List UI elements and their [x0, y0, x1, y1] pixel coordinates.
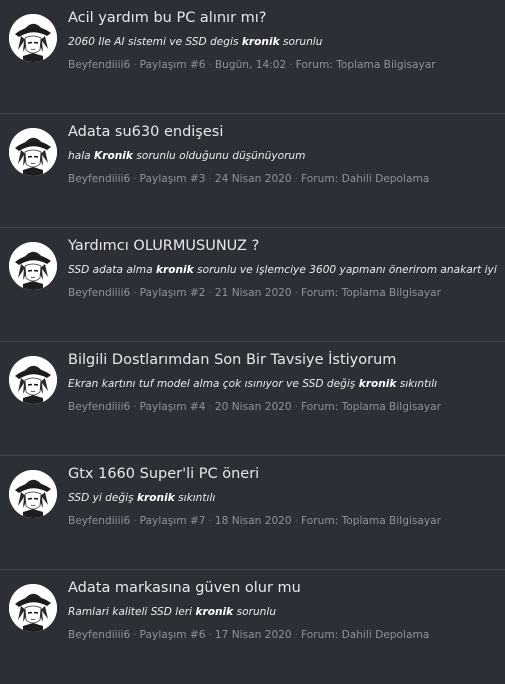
author-link[interactable]: Beyfendiiii6	[68, 287, 130, 299]
result-snippet: Ekran kartını tuf model alma çok ısınıyo…	[68, 378, 437, 390]
result-title[interactable]: Gtx 1660 Super'li PC öneri	[68, 466, 259, 482]
search-result-item: Adata su630 endişesi hala Kronik sorunlu…	[0, 114, 505, 228]
author-link[interactable]: Beyfendiiii6	[68, 59, 130, 71]
user-avatar[interactable]	[9, 356, 57, 404]
post-number-link[interactable]: Paylaşım #4	[140, 401, 206, 413]
snippet-text-after: sorunlu	[279, 36, 323, 48]
anime-character-avatar-icon	[9, 14, 57, 62]
anime-character-avatar-icon	[9, 584, 57, 632]
meta-separator: ·	[294, 173, 299, 185]
forum-link[interactable]: Forum: Toplama Bilgisayar	[301, 401, 441, 413]
search-result-item: Bilgili Dostlarımdan Son Bir Tavsiye İst…	[0, 342, 505, 456]
author-link[interactable]: Beyfendiiii6	[68, 629, 130, 641]
post-date: Bugün, 14:02	[214, 59, 287, 71]
result-meta: Beyfendiiii6 · Paylaşım #4 · 20 Nisan 2020 · F…	[68, 401, 441, 413]
result-snippet: SSD adata alma kronik sorunlu ve işlemci…	[68, 264, 497, 276]
snippet-text-before: Ekran kartını tuf model alma çok ısınıyo…	[68, 378, 359, 390]
post-date: 17 Nisan 2020	[214, 629, 292, 641]
snippet-text-after: sıkıntılı	[174, 492, 216, 504]
result-snippet: Ramlari kaliteli SSD leri kronik sorunlu	[68, 606, 276, 618]
meta-separator: ·	[208, 629, 212, 641]
meta-separator: ·	[294, 629, 299, 641]
snippet-text-before: hala	[68, 150, 95, 162]
meta-separator: ·	[208, 173, 212, 185]
meta-separator: ·	[133, 287, 137, 299]
post-number-link[interactable]: Paylaşım #3	[140, 173, 206, 185]
author-link[interactable]: Beyfendiiii6	[68, 173, 130, 185]
meta-separator: ·	[208, 515, 212, 527]
meta-separator: ·	[294, 401, 299, 413]
result-title[interactable]: Acil yardım bu PC alınır mı?	[68, 10, 267, 26]
meta-separator: ·	[133, 515, 137, 527]
result-meta: Beyfendiiii6 · Paylaşım #3 · 24 Nisan 2020 · F…	[68, 173, 429, 185]
forum-link[interactable]: Forum: Toplama Bilgisayar	[296, 59, 436, 71]
snippet-text-after: sıkıntılı	[396, 378, 438, 390]
post-number-link[interactable]: Paylaşım #6	[140, 629, 206, 641]
snippet-text-before: SSD adata alma	[68, 264, 156, 276]
search-term-highlight: kronik	[136, 492, 175, 504]
result-snippet: 2060 Ile AI sistemi ve SSD degis kronik …	[68, 36, 322, 48]
user-avatar[interactable]	[9, 584, 57, 632]
anime-character-avatar-icon	[9, 470, 57, 518]
result-snippet: hala Kronik sorunlu olduğunu düşünüyorum	[68, 150, 305, 162]
post-date: 20 Nisan 2020	[214, 401, 292, 413]
search-result-item: Gtx 1660 Super'li PC öneri SSD yi değiş …	[0, 456, 505, 570]
post-date: 21 Nisan 2020	[214, 287, 292, 299]
user-avatar[interactable]	[9, 470, 57, 518]
post-number-link[interactable]: Paylaşım #2	[140, 287, 206, 299]
forum-link[interactable]: Forum: Dahili Depolama	[301, 629, 429, 641]
snippet-text-before: Ramlari kaliteli SSD leri	[68, 606, 196, 618]
post-number-link[interactable]: Paylaşım #7	[140, 515, 206, 527]
anime-character-avatar-icon	[9, 242, 57, 290]
search-result-item: Yardımcı OLURMUSUNUZ ? SSD adata alma kr…	[0, 228, 505, 342]
result-meta: Beyfendiiii6 · Paylaşım #7 · 18 Nisan 2020 · F…	[68, 515, 441, 527]
meta-separator: ·	[133, 173, 137, 185]
post-number-link[interactable]: Paylaşım #6	[140, 59, 206, 71]
meta-separator: ·	[208, 287, 212, 299]
user-avatar[interactable]	[9, 14, 57, 62]
forum-link[interactable]: Forum: Dahili Depolama	[301, 173, 429, 185]
result-title[interactable]: Adata markasına güven olur mu	[68, 580, 301, 596]
forum-link[interactable]: Forum: Toplama Bilgisayar	[301, 287, 441, 299]
result-snippet: SSD yi değiş kronik sıkıntılı	[68, 492, 215, 504]
snippet-text-after: sorunlu	[233, 606, 277, 618]
search-result-item: Adata markasına güven olur mu Ramlari ka…	[0, 570, 505, 684]
snippet-text-after: sorunlu olduğunu düşünüyorum	[132, 150, 306, 162]
anime-character-avatar-icon	[9, 128, 57, 176]
search-term-highlight: kronik	[241, 36, 280, 48]
meta-separator: ·	[133, 629, 137, 641]
search-term-highlight: kronik	[155, 264, 194, 276]
snippet-text-before: SSD yi değiş	[68, 492, 137, 504]
result-title[interactable]: Adata su630 endişesi	[68, 124, 223, 140]
result-meta: Beyfendiiii6 · Paylaşım #6 · 17 Nisan 2020 · F…	[68, 629, 429, 641]
meta-separator: ·	[133, 59, 137, 71]
anime-character-avatar-icon	[9, 356, 57, 404]
meta-separator: ·	[294, 287, 299, 299]
search-term-highlight: Kronik	[94, 150, 133, 162]
meta-separator: ·	[208, 59, 212, 71]
forum-link[interactable]: Forum: Toplama Bilgisayar	[301, 515, 441, 527]
meta-separator: ·	[289, 59, 293, 71]
result-title[interactable]: Bilgili Dostlarımdan Son Bir Tavsiye İst…	[68, 352, 396, 368]
search-results-list: Acil yardım bu PC alınır mı? 2060 Ile AI…	[0, 0, 505, 684]
post-date: 24 Nisan 2020	[214, 173, 292, 185]
result-meta: Beyfendiiii6 · Paylaşım #6 · Bugün, 14:02 · Fo…	[68, 59, 436, 71]
post-date: 18 Nisan 2020	[214, 515, 292, 527]
search-term-highlight: kronik	[358, 378, 397, 390]
author-link[interactable]: Beyfendiiii6	[68, 401, 130, 413]
author-link[interactable]: Beyfendiiii6	[68, 515, 130, 527]
search-result-item: Acil yardım bu PC alınır mı? 2060 Ile AI…	[0, 0, 505, 114]
meta-separator: ·	[294, 515, 299, 527]
snippet-text-before: 2060 Ile AI sistemi ve SSD degis	[68, 36, 242, 48]
user-avatar[interactable]	[9, 242, 57, 290]
search-term-highlight: kronik	[195, 606, 234, 618]
meta-separator: ·	[133, 401, 137, 413]
meta-separator: ·	[208, 401, 212, 413]
user-avatar[interactable]	[9, 128, 57, 176]
snippet-text-after: sorunlu ve işlemciye 3600 yapmanı önerir…	[193, 264, 497, 276]
result-meta: Beyfendiiii6 · Paylaşım #2 · 21 Nisan 2020 · F…	[68, 287, 441, 299]
result-title[interactable]: Yardımcı OLURMUSUNUZ ?	[68, 238, 259, 254]
